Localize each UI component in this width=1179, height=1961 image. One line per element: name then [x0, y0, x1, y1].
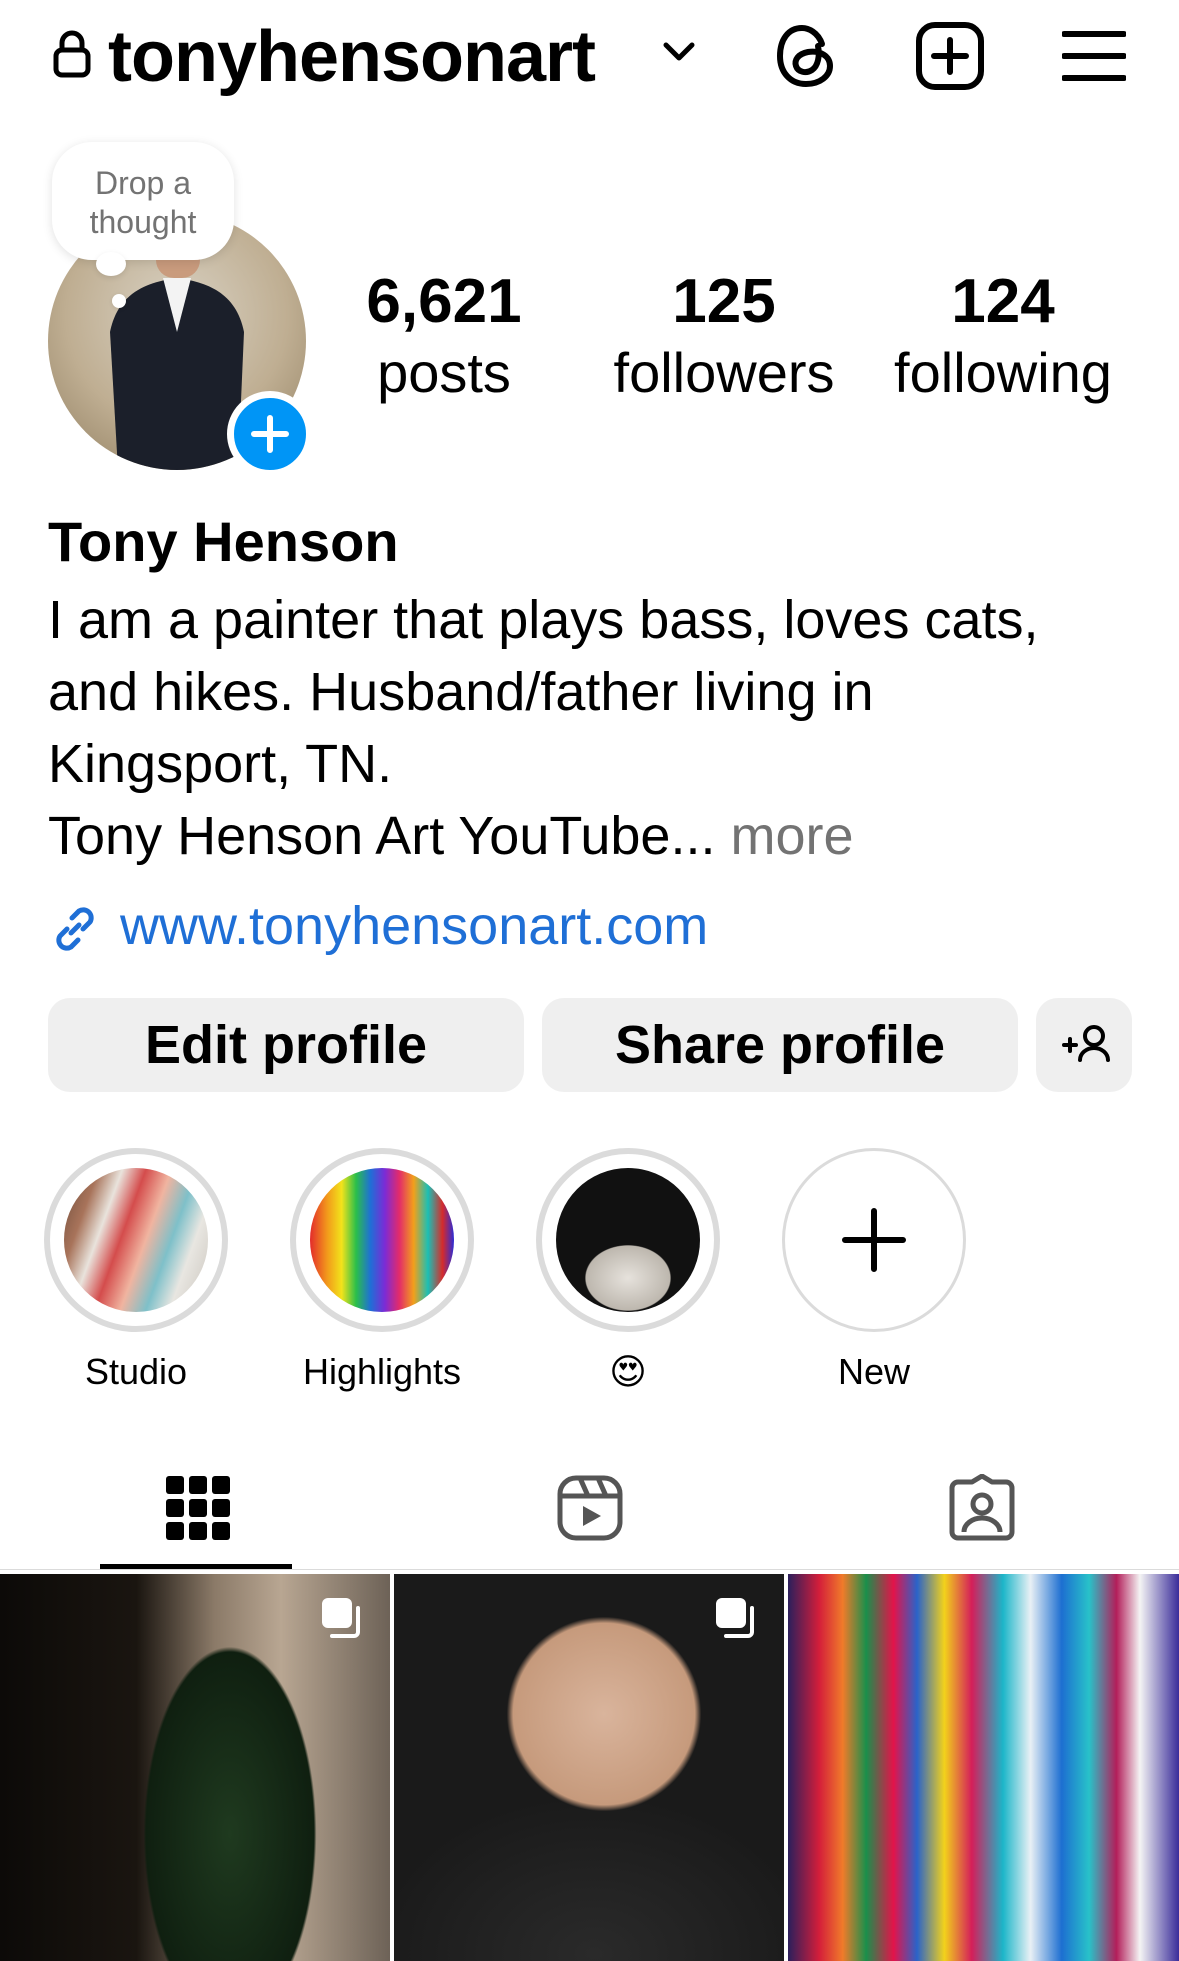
discover-people-button[interactable] — [1036, 998, 1132, 1092]
link-icon — [56, 907, 94, 951]
highlight-cover — [64, 1168, 208, 1312]
thought-line-1: Drop a — [94, 165, 192, 201]
plus-icon — [251, 415, 289, 453]
profile-website-link[interactable]: www.tonyhensonart.com — [120, 890, 708, 962]
grid-icon[interactable] — [164, 1474, 232, 1542]
highlight-highlights[interactable] — [290, 1148, 474, 1332]
new-highlight-button[interactable] — [782, 1148, 966, 1332]
following-count: 124 — [951, 267, 1055, 336]
thought-line-2: thought — [89, 204, 197, 240]
reels-icon[interactable] — [556, 1474, 624, 1542]
note-thought-bubble[interactable]: Drop a thought — [52, 142, 234, 260]
bio-line: I am a painter that plays bass, loves ca… — [48, 590, 1039, 650]
bio-line: and hikes. Husband/father living in — [48, 662, 874, 722]
top-bar: tonyhensonart — [0, 0, 1179, 120]
post-thumbnail[interactable] — [788, 1574, 1179, 1961]
bio-line-truncated: Tony Henson Art YouTube... more — [48, 800, 1148, 872]
highlight-cover — [556, 1168, 700, 1312]
menu-icon[interactable] — [1062, 28, 1126, 84]
carousel-icon — [716, 1598, 754, 1638]
profile-name: Tony Henson — [48, 510, 399, 573]
username-switcher[interactable]: tonyhensonart — [108, 12, 596, 102]
bio-line: Tony Henson Art YouTube... — [48, 806, 716, 866]
followers-stat[interactable]: 125 followers — [604, 266, 844, 408]
followers-count: 125 — [672, 267, 776, 336]
chevron-down-icon[interactable] — [662, 40, 696, 64]
highlight-cover — [310, 1168, 454, 1312]
tagged-icon[interactable] — [948, 1474, 1016, 1542]
highlight-emoji[interactable] — [536, 1148, 720, 1332]
highlight-label: Studio — [84, 1351, 188, 1392]
carousel-icon — [322, 1598, 360, 1638]
bio-line: Kingsport, TN. — [48, 734, 393, 794]
share-profile-button[interactable]: Share profile — [542, 998, 1018, 1092]
followers-label: followers — [613, 341, 835, 404]
posts-stat[interactable]: 6,621 posts — [344, 266, 544, 408]
bio-more-link[interactable]: more — [730, 806, 853, 866]
highlight-label: Highlights — [302, 1351, 462, 1392]
following-label: following — [894, 341, 1112, 404]
following-stat[interactable]: 124 following — [878, 266, 1128, 408]
add-person-icon — [1062, 1025, 1110, 1062]
thought-tail — [96, 252, 126, 276]
post-thumbnail[interactable] — [394, 1574, 784, 1961]
highlight-label: New — [837, 1351, 911, 1392]
edit-profile-button[interactable]: Edit profile — [48, 998, 524, 1092]
plus-icon — [842, 1208, 906, 1272]
tab-divider — [0, 1569, 1179, 1570]
posts-count: 6,621 — [366, 267, 522, 336]
highlight-label: 😍 — [609, 1351, 647, 1392]
threads-icon[interactable] — [772, 22, 840, 90]
profile-bio: I am a painter that plays bass, loves ca… — [48, 584, 1148, 872]
new-post-icon[interactable] — [914, 20, 986, 92]
post-thumbnail[interactable] — [0, 1574, 390, 1961]
thought-tail-dot — [112, 294, 126, 308]
highlight-studio[interactable] — [44, 1148, 228, 1332]
add-story-button[interactable] — [227, 391, 313, 477]
posts-label: posts — [377, 341, 511, 404]
lock-icon — [53, 30, 91, 78]
